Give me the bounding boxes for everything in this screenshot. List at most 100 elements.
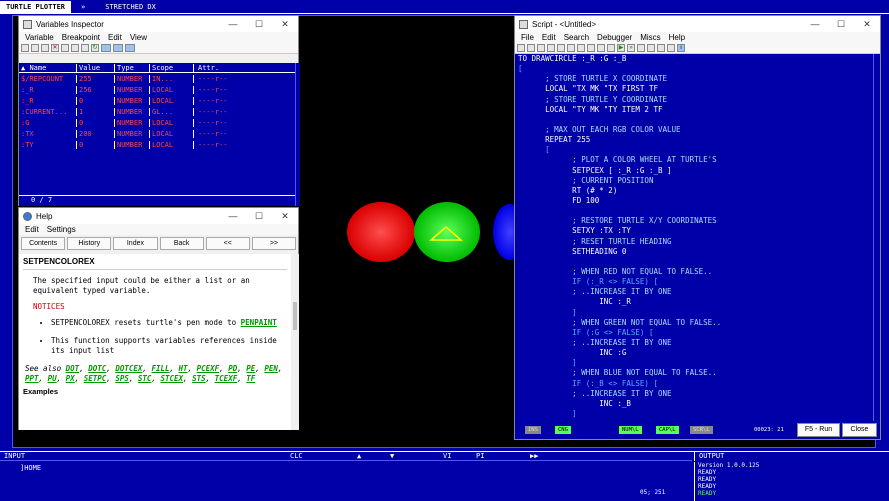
history-button[interactable]: History: [67, 237, 112, 250]
see-also-link[interactable]: PE: [246, 364, 255, 373]
script-scrollbar[interactable]: [873, 54, 880, 421]
find-icon[interactable]: [597, 44, 605, 52]
menu-miscs[interactable]: Miscs: [640, 33, 660, 42]
minimize-icon[interactable]: —: [220, 211, 246, 221]
table-row[interactable]: $/REPCOUNT 255 NUMBER IN... ----r--: [19, 73, 295, 84]
code-line[interactable]: ; PLOT A COLOR WHEEL AT TURTLE'S: [518, 155, 873, 165]
index-button[interactable]: Index: [113, 237, 158, 250]
copy-icon[interactable]: [31, 44, 39, 52]
breakpoint-icon[interactable]: [637, 44, 645, 52]
code-line[interactable]: ; STORE TURTLE Y COORDINATE: [518, 95, 873, 105]
run-icon[interactable]: ▶: [617, 44, 625, 52]
minimize-icon[interactable]: —: [802, 19, 828, 29]
menu-debugger[interactable]: Debugger: [597, 33, 632, 42]
menu-edit[interactable]: Edit: [542, 33, 556, 42]
table-row[interactable]: :_R 0 NUMBER LOCAL ----r--: [19, 95, 295, 106]
see-also-link[interactable]: PU: [48, 374, 57, 383]
menu-file[interactable]: File: [521, 33, 534, 42]
see-also-link[interactable]: PD: [228, 364, 237, 373]
maximize-icon[interactable]: ☐: [246, 211, 272, 222]
new-file-icon[interactable]: [517, 44, 525, 52]
close-icon[interactable]: ✕: [272, 211, 298, 222]
see-also-link[interactable]: STCEX: [160, 374, 183, 383]
see-also-link[interactable]: FILL: [151, 364, 169, 373]
history-up-icon[interactable]: ▲: [357, 452, 361, 460]
paste-icon[interactable]: [567, 44, 575, 52]
code-line[interactable]: ; STORE TURTLE X COORDINATE: [518, 74, 873, 84]
code-line[interactable]: ; CURRENT POSITION: [518, 176, 873, 186]
code-line[interactable]: SETPCEX [ :_R :G :_B ]: [518, 166, 873, 176]
table-row[interactable]: :_R 256 NUMBER LOCAL ----r--: [19, 84, 295, 95]
watch-icon[interactable]: [647, 44, 655, 52]
code-line[interactable]: ; ..INCREASE IT BY ONE: [518, 389, 873, 399]
clc-button[interactable]: CLC: [290, 452, 303, 460]
view-grid-icon[interactable]: [125, 44, 135, 52]
menu-view[interactable]: View: [130, 33, 147, 42]
menu-breakpoint[interactable]: Breakpoint: [62, 33, 100, 42]
edit-icon[interactable]: [61, 44, 69, 52]
col-name[interactable]: ▲ Name: [19, 63, 77, 72]
code-line[interactable]: SETHEADING 0: [518, 247, 873, 257]
see-also-link[interactable]: TCEXF: [215, 374, 238, 383]
script-titlebar[interactable]: Script - <Untitled> — ☐ ✕: [515, 16, 880, 32]
see-also-link[interactable]: SETPC: [84, 374, 107, 383]
table-row[interactable]: :TX 200 NUMBER LOCAL ----r--: [19, 128, 295, 139]
help-titlebar[interactable]: Help — ☐ ✕: [19, 208, 298, 224]
see-also-link[interactable]: TF: [246, 374, 255, 383]
code-line[interactable]: ]: [518, 308, 873, 318]
info-icon[interactable]: i: [677, 44, 685, 52]
code-line[interactable]: INC :_B: [518, 399, 873, 409]
code-line[interactable]: RT (# * 2): [518, 186, 873, 196]
menu-search[interactable]: Search: [564, 33, 589, 42]
code-line[interactable]: SETXY :TX :TY: [518, 226, 873, 236]
code-line[interactable]: ; WHEN BLUE NOT EQUAL TO FALSE..: [518, 368, 873, 378]
vi-scrollbar[interactable]: [295, 63, 300, 206]
code-line[interactable]: TO DRAWCIRCLE :_R :G :_B: [518, 54, 873, 64]
menu-help[interactable]: Help: [669, 33, 685, 42]
code-line[interactable]: IF (:G <> FALSE) [: [518, 328, 873, 338]
code-line[interactable]: LOCAL "TX MK "TX FIRST TF: [518, 84, 873, 94]
input-line[interactable]: ]HOME: [20, 464, 41, 472]
menu-edit[interactable]: Edit: [108, 33, 122, 42]
code-line[interactable]: [518, 257, 873, 267]
script-editor[interactable]: TO DRAWCIRCLE :_R :G :_B[ ; STORE TURTLE…: [515, 54, 873, 421]
code-line[interactable]: INC :G: [518, 348, 873, 358]
see-also-link[interactable]: STS: [192, 374, 206, 383]
help-scrollbar[interactable]: [291, 254, 299, 430]
code-line[interactable]: ; RESTORE TURTLE X/Y COORDINATES: [518, 216, 873, 226]
view-detail-icon[interactable]: [113, 44, 123, 52]
col-scope[interactable]: Scope: [150, 63, 194, 72]
see-also-link[interactable]: PEN: [264, 364, 278, 373]
contents-button[interactable]: Contents: [21, 237, 66, 250]
code-line[interactable]: [518, 206, 873, 216]
see-also-link[interactable]: DOTCEX: [115, 364, 142, 373]
watch-icon[interactable]: [81, 44, 89, 52]
pi-button[interactable]: PI: [476, 452, 484, 460]
code-line[interactable]: [: [518, 64, 873, 74]
find-icon[interactable]: [71, 44, 79, 52]
table-row[interactable]: :TY 0 NUMBER LOCAL ----r--: [19, 139, 295, 150]
history-down-icon[interactable]: ▼: [390, 452, 394, 460]
code-line[interactable]: ; MAX OUT EACH RGB COLOR VALUE: [518, 125, 873, 135]
paste-icon[interactable]: [41, 44, 49, 52]
see-also-link[interactable]: STC: [138, 374, 152, 383]
cut-icon[interactable]: [547, 44, 555, 52]
menu-variable[interactable]: Variable: [25, 33, 54, 42]
back-button[interactable]: Back: [159, 237, 204, 250]
see-also-link[interactable]: PX: [66, 374, 75, 383]
table-row[interactable]: :CURRENT... 1 NUMBER GL... ----r--: [19, 106, 295, 117]
next-button[interactable]: >>: [251, 237, 297, 250]
settings-icon[interactable]: [667, 44, 675, 52]
code-line[interactable]: IF (:_R <> FALSE) [: [518, 277, 873, 287]
col-value[interactable]: Value: [77, 63, 115, 72]
see-also-link[interactable]: HT: [179, 364, 188, 373]
new-icon[interactable]: [21, 44, 29, 52]
code-line[interactable]: ; WHEN RED NOT EQUAL TO FALSE..: [518, 267, 873, 277]
variables-inspector-titlebar[interactable]: Variables Inspector — ☐ ✕: [19, 16, 298, 32]
code-line[interactable]: INC :_R: [518, 297, 873, 307]
code-line[interactable]: ; ..INCREASE IT BY ONE: [518, 338, 873, 348]
view-list-icon[interactable]: [101, 44, 111, 52]
run-button[interactable]: F5 - Run: [797, 423, 840, 437]
forward-icon[interactable]: ▶▶: [530, 452, 538, 460]
maximize-icon[interactable]: ☐: [246, 19, 272, 30]
